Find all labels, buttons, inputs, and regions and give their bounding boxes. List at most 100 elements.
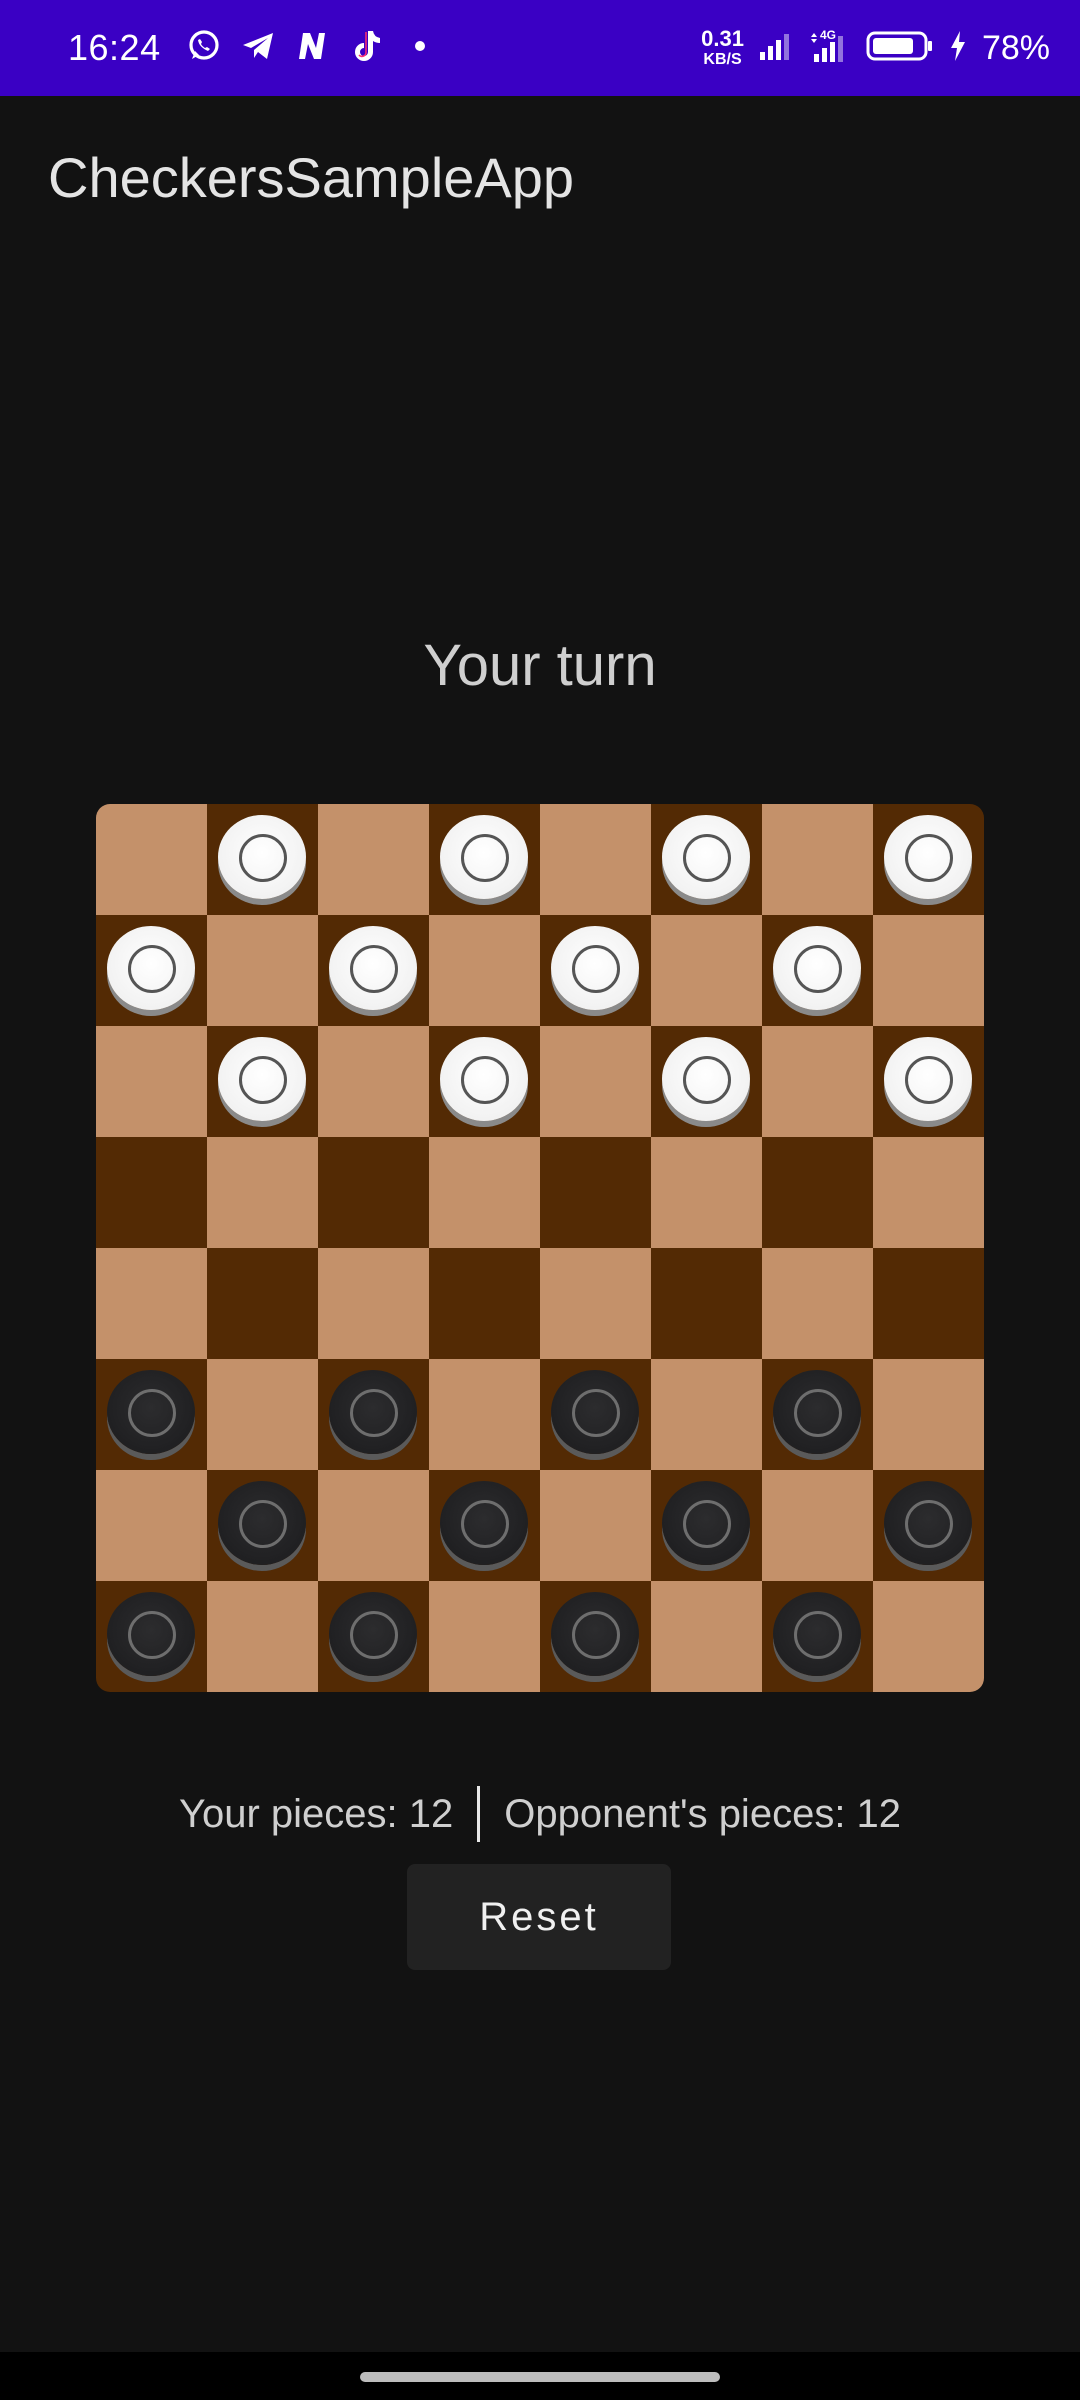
board-square[interactable] bbox=[429, 1248, 540, 1359]
white-checker-piece[interactable] bbox=[662, 1037, 750, 1121]
white-checker-piece[interactable] bbox=[884, 1037, 972, 1121]
board-square[interactable] bbox=[318, 1581, 429, 1692]
black-checker-piece[interactable] bbox=[884, 1481, 972, 1565]
board-square[interactable] bbox=[873, 915, 984, 1026]
board-square[interactable] bbox=[651, 1248, 762, 1359]
board-square[interactable] bbox=[762, 1359, 873, 1470]
board-square[interactable] bbox=[762, 915, 873, 1026]
black-checker-piece[interactable] bbox=[662, 1481, 750, 1565]
board-square[interactable] bbox=[873, 1581, 984, 1692]
board-square[interactable] bbox=[207, 1137, 318, 1248]
board-square[interactable] bbox=[96, 1470, 207, 1581]
white-checker-piece[interactable] bbox=[440, 815, 528, 899]
board-square[interactable] bbox=[651, 1026, 762, 1137]
board-square[interactable] bbox=[873, 804, 984, 915]
board-square[interactable] bbox=[207, 1470, 318, 1581]
board-square[interactable] bbox=[873, 1470, 984, 1581]
board-square[interactable] bbox=[318, 1359, 429, 1470]
white-checker-piece[interactable] bbox=[440, 1037, 528, 1121]
board-square[interactable] bbox=[207, 804, 318, 915]
white-checker-piece[interactable] bbox=[884, 815, 972, 899]
board-square[interactable] bbox=[207, 1248, 318, 1359]
board-square[interactable] bbox=[429, 1359, 540, 1470]
black-checker-piece[interactable] bbox=[551, 1370, 639, 1454]
board-square[interactable] bbox=[540, 1248, 651, 1359]
piece-ring-icon bbox=[350, 1389, 398, 1437]
board-square[interactable] bbox=[651, 804, 762, 915]
board-square[interactable] bbox=[96, 1248, 207, 1359]
board-square[interactable] bbox=[651, 1470, 762, 1581]
board-square[interactable] bbox=[318, 1248, 429, 1359]
board-square[interactable] bbox=[207, 915, 318, 1026]
board-square[interactable] bbox=[540, 1026, 651, 1137]
board-square[interactable] bbox=[873, 1137, 984, 1248]
board-square[interactable] bbox=[429, 915, 540, 1026]
whatsapp-icon bbox=[186, 28, 222, 69]
black-checker-piece[interactable] bbox=[218, 1481, 306, 1565]
board-square[interactable] bbox=[318, 915, 429, 1026]
piece-ring-icon bbox=[350, 1611, 398, 1659]
piece-ring-icon bbox=[239, 1056, 287, 1104]
white-checker-piece[interactable] bbox=[551, 926, 639, 1010]
white-checker-piece[interactable] bbox=[218, 1037, 306, 1121]
black-checker-piece[interactable] bbox=[329, 1370, 417, 1454]
board-square[interactable] bbox=[873, 1248, 984, 1359]
board-square[interactable] bbox=[540, 915, 651, 1026]
black-checker-piece[interactable] bbox=[329, 1592, 417, 1676]
black-checker-piece[interactable] bbox=[551, 1592, 639, 1676]
board-square[interactable] bbox=[96, 1026, 207, 1137]
board-square[interactable] bbox=[429, 804, 540, 915]
board-square[interactable] bbox=[762, 1581, 873, 1692]
board-square[interactable] bbox=[762, 1137, 873, 1248]
board-square[interactable] bbox=[762, 804, 873, 915]
white-checker-piece[interactable] bbox=[218, 815, 306, 899]
black-checker-piece[interactable] bbox=[440, 1481, 528, 1565]
board-square[interactable] bbox=[207, 1581, 318, 1692]
board-square[interactable] bbox=[207, 1359, 318, 1470]
black-checker-piece[interactable] bbox=[773, 1370, 861, 1454]
black-checker-piece[interactable] bbox=[773, 1592, 861, 1676]
board-square[interactable] bbox=[762, 1248, 873, 1359]
home-indicator[interactable] bbox=[360, 2372, 720, 2382]
board-square[interactable] bbox=[762, 1026, 873, 1137]
board-square[interactable] bbox=[318, 1137, 429, 1248]
board-square[interactable] bbox=[429, 1137, 540, 1248]
board-square[interactable] bbox=[318, 804, 429, 915]
board-square[interactable] bbox=[651, 1581, 762, 1692]
board-square[interactable] bbox=[651, 915, 762, 1026]
board-square[interactable] bbox=[96, 1137, 207, 1248]
board-square[interactable] bbox=[429, 1026, 540, 1137]
piece-ring-icon bbox=[683, 1500, 731, 1548]
board-square[interactable] bbox=[540, 1137, 651, 1248]
board-square[interactable] bbox=[540, 1470, 651, 1581]
white-checker-piece[interactable] bbox=[107, 926, 195, 1010]
board-square[interactable] bbox=[429, 1581, 540, 1692]
board-square[interactable] bbox=[540, 1581, 651, 1692]
board-square[interactable] bbox=[207, 1026, 318, 1137]
board-square[interactable] bbox=[762, 1470, 873, 1581]
board-square[interactable] bbox=[873, 1026, 984, 1137]
reset-button[interactable]: Reset bbox=[407, 1864, 671, 1970]
board-square[interactable] bbox=[96, 804, 207, 915]
black-checker-piece[interactable] bbox=[107, 1370, 195, 1454]
board-square[interactable] bbox=[651, 1137, 762, 1248]
board-square[interactable] bbox=[96, 1581, 207, 1692]
board-square[interactable] bbox=[540, 804, 651, 915]
board-square[interactable] bbox=[651, 1359, 762, 1470]
board-square[interactable] bbox=[96, 1359, 207, 1470]
board-square[interactable] bbox=[318, 1026, 429, 1137]
n-app-icon bbox=[294, 28, 330, 69]
board-square[interactable] bbox=[873, 1359, 984, 1470]
white-checker-piece[interactable] bbox=[329, 926, 417, 1010]
signal-icon bbox=[758, 30, 794, 67]
piece-ring-icon bbox=[239, 834, 287, 882]
board-square[interactable] bbox=[318, 1470, 429, 1581]
board-square[interactable] bbox=[96, 915, 207, 1026]
piece-ring-icon bbox=[572, 945, 620, 993]
white-checker-piece[interactable] bbox=[773, 926, 861, 1010]
black-checker-piece[interactable] bbox=[107, 1592, 195, 1676]
white-checker-piece[interactable] bbox=[662, 815, 750, 899]
board-square[interactable] bbox=[429, 1470, 540, 1581]
checkers-board[interactable] bbox=[96, 804, 984, 1692]
board-square[interactable] bbox=[540, 1359, 651, 1470]
